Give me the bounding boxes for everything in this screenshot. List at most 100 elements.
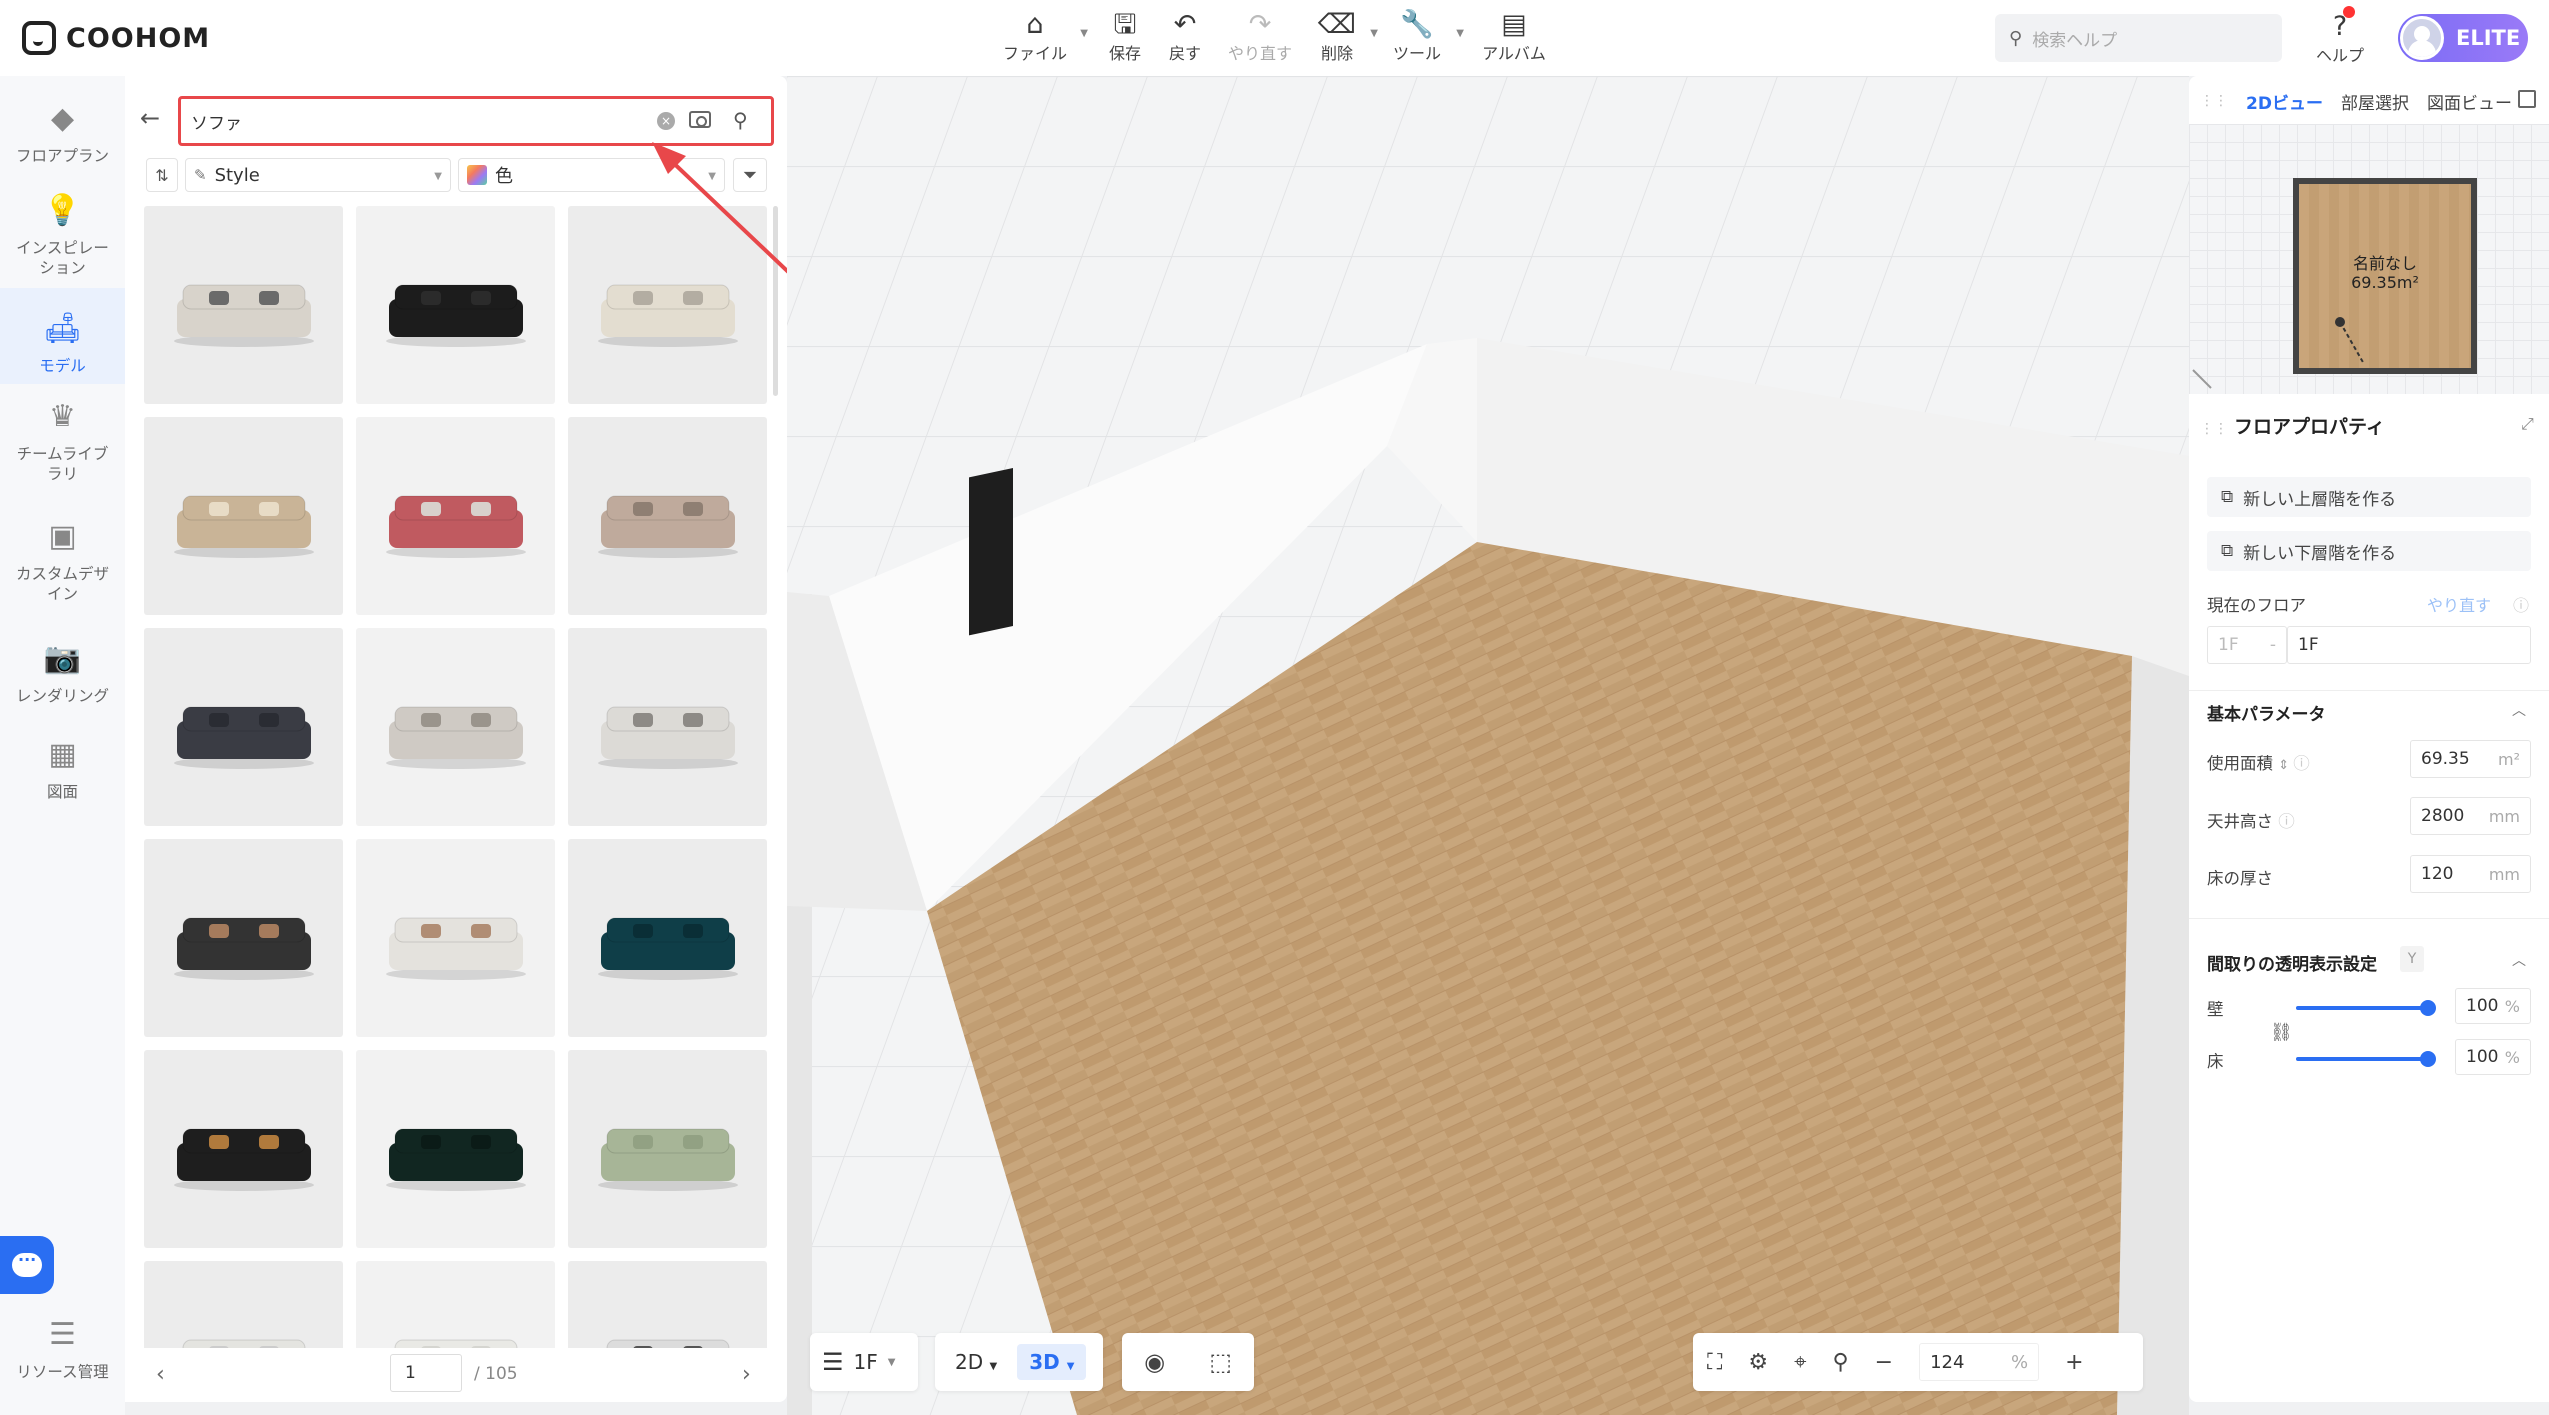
rail-item-drawing[interactable]: ▦ 図面	[0, 736, 125, 816]
area-label-row: 使用面積 ⇕ ⓘ	[2207, 750, 2310, 774]
redo-button[interactable]: ↷ やり直す	[1222, 10, 1298, 68]
3d-viewport[interactable]	[787, 76, 2189, 1415]
product-card[interactable]	[568, 628, 767, 826]
product-card[interactable]	[356, 1050, 555, 1248]
crown-icon: ♛	[49, 399, 76, 434]
wall-opacity-field[interactable]: 100 %	[2455, 988, 2531, 1024]
product-card[interactable]	[144, 417, 343, 615]
zoom-out-button[interactable]: −	[1875, 1350, 1893, 1375]
style-dropdown[interactable]: ✎ Style ▼	[185, 158, 451, 192]
eye-icon[interactable]: ◉	[1144, 1348, 1165, 1376]
chat-button[interactable]	[0, 1236, 54, 1294]
product-card[interactable]	[144, 628, 343, 826]
album-button[interactable]: ▤ アルバム	[1474, 10, 1554, 68]
redo-icon: ↷	[1248, 9, 1272, 40]
ceiling-height-field[interactable]: 2800 mm	[2410, 797, 2531, 835]
expand-icon[interactable]	[2518, 90, 2536, 108]
view-3d-button[interactable]: 3D ▼	[1017, 1344, 1087, 1380]
floor-thickness-field[interactable]: 120 mm	[2410, 855, 2531, 893]
minimap-2d[interactable]: 名前なし 69.35m²	[2189, 124, 2549, 394]
floor-code-field[interactable]: 1F -	[2207, 626, 2287, 664]
drawing-icon: ▦	[48, 737, 77, 772]
visibility-tools: ◉ ⬚	[1122, 1333, 1254, 1391]
app-logo[interactable]: COOHOM	[22, 18, 210, 58]
sofa-thumbnail	[173, 495, 314, 558]
rail-item-custom-design[interactable]: ▣ カスタムデザイン	[0, 518, 125, 614]
floor-selector[interactable]: ☰ 1F ▼	[810, 1333, 918, 1391]
popout-icon[interactable]: ⤢	[2521, 414, 2534, 434]
new-upper-floor-button[interactable]: ⧉ 新しい上層階を作る	[2207, 477, 2531, 517]
sofa-thumbnail	[597, 706, 738, 769]
floor-name-field[interactable]: 1F	[2287, 626, 2531, 664]
new-lower-floor-button[interactable]: ⧉ 新しい下層階を作る	[2207, 531, 2531, 571]
account-badge[interactable]: ELITE	[2398, 14, 2528, 62]
delete-button[interactable]: ⌫ 削除 ▼	[1312, 10, 1378, 68]
search-icon: ⚲	[2009, 27, 2023, 49]
product-card[interactable]	[356, 417, 555, 615]
zoom-preview-icon[interactable]: ⚲	[1833, 1350, 1849, 1375]
wall-opacity-slider[interactable]	[2296, 998, 2436, 1018]
product-card[interactable]	[144, 1261, 343, 1348]
product-card[interactable]	[356, 206, 555, 404]
product-card[interactable]	[144, 839, 343, 1037]
transparency-tag[interactable]: Y	[2400, 946, 2424, 972]
wall-slider-knob[interactable]	[2420, 1000, 2436, 1016]
chevron-up-icon[interactable]: ︿	[2512, 950, 2526, 970]
drag-handle-icon[interactable]: ⋮⋮	[2200, 421, 2228, 437]
cube-icon[interactable]: ⬚	[1209, 1348, 1232, 1376]
product-card[interactable]	[568, 1261, 767, 1348]
floor-slider-knob[interactable]	[2420, 1051, 2436, 1067]
chevron-up-icon[interactable]: ︿	[2512, 700, 2526, 720]
product-card[interactable]	[144, 1050, 343, 1248]
ceiling-label-row: 天井高さ ⓘ	[2207, 808, 2295, 832]
tab-room-select[interactable]: 部屋選択	[2341, 89, 2409, 114]
prev-page-button[interactable]: ‹	[156, 1362, 165, 1387]
product-card[interactable]	[356, 1261, 555, 1348]
save-button[interactable]: 🖫 保存	[1100, 10, 1150, 68]
area-field[interactable]: 69.35 m²	[2410, 740, 2531, 778]
zoom-in-button[interactable]: +	[2065, 1350, 2083, 1375]
tab-2d-view[interactable]: 2Dビュー	[2246, 89, 2323, 114]
redo-link[interactable]: やり直す	[2427, 592, 2491, 616]
floor-code-value: 1F	[2218, 635, 2239, 655]
clear-icon[interactable]: ×	[657, 112, 675, 130]
next-page-button[interactable]: ›	[742, 1362, 751, 1387]
sort-arrows-icon[interactable]: ⇕	[2278, 758, 2293, 773]
floor-opacity-slider[interactable]	[2296, 1049, 2436, 1069]
product-card[interactable]	[568, 417, 767, 615]
product-card[interactable]	[568, 839, 767, 1037]
tools-menu-button[interactable]: 🔧 ツール ▼	[1386, 10, 1464, 68]
help-button[interactable]: ? ヘルプ	[2310, 12, 2370, 70]
sort-button[interactable]: ⇅	[146, 158, 178, 192]
rail-item-resource-manager[interactable]: ☰ リソース管理	[0, 1316, 125, 1396]
product-card[interactable]	[144, 206, 343, 404]
focus-icon[interactable]: ⌖	[1794, 1350, 1806, 1375]
sofa-icon: 🛋	[43, 311, 82, 346]
rail-item-team-library[interactable]: ♛ チームライブラリ	[0, 398, 125, 494]
drag-handle-icon[interactable]: ⋮⋮	[2200, 93, 2228, 109]
zoom-value: 124	[1930, 1351, 1965, 1373]
image-search-camera-icon[interactable]	[689, 111, 711, 128]
back-arrow-icon[interactable]: ←	[140, 104, 160, 132]
link-icon[interactable]: ⛓	[2270, 1022, 2293, 1043]
page-number-input[interactable]: 1	[390, 1354, 462, 1392]
rail-item-floorplan[interactable]: ◆ フロアプラン	[0, 90, 125, 180]
view-2d-button[interactable]: 2D ▼	[943, 1344, 1009, 1380]
tab-drawing-view[interactable]: 図面ビュー	[2427, 89, 2512, 114]
zoom-input[interactable]: 124 %	[1919, 1343, 2040, 1381]
help-search-input[interactable]: ⚲ 検索ヘルプ	[1995, 14, 2282, 62]
fit-view-icon[interactable]: ⛶	[1707, 1350, 1722, 1375]
model-search-input[interactable]	[191, 108, 631, 134]
product-card[interactable]	[356, 839, 555, 1037]
floor-opacity-field[interactable]: 100 %	[2455, 1039, 2531, 1075]
rail-item-model[interactable]: 🛋 モデル	[0, 288, 125, 384]
view-settings-icon[interactable]: ⚙	[1748, 1350, 1768, 1375]
search-icon[interactable]: ⚲	[733, 108, 748, 132]
product-card[interactable]	[356, 628, 555, 826]
file-menu-button[interactable]: ⌂ ファイル ▼	[998, 10, 1088, 68]
save-icon: 🖫	[1113, 9, 1137, 40]
rail-item-inspiration[interactable]: 💡 インスピレーション	[0, 184, 125, 280]
rail-item-rendering[interactable]: 📷 レンダリング	[0, 640, 125, 720]
product-card[interactable]	[568, 1050, 767, 1248]
undo-button[interactable]: ↶ 戻す	[1160, 10, 1210, 68]
